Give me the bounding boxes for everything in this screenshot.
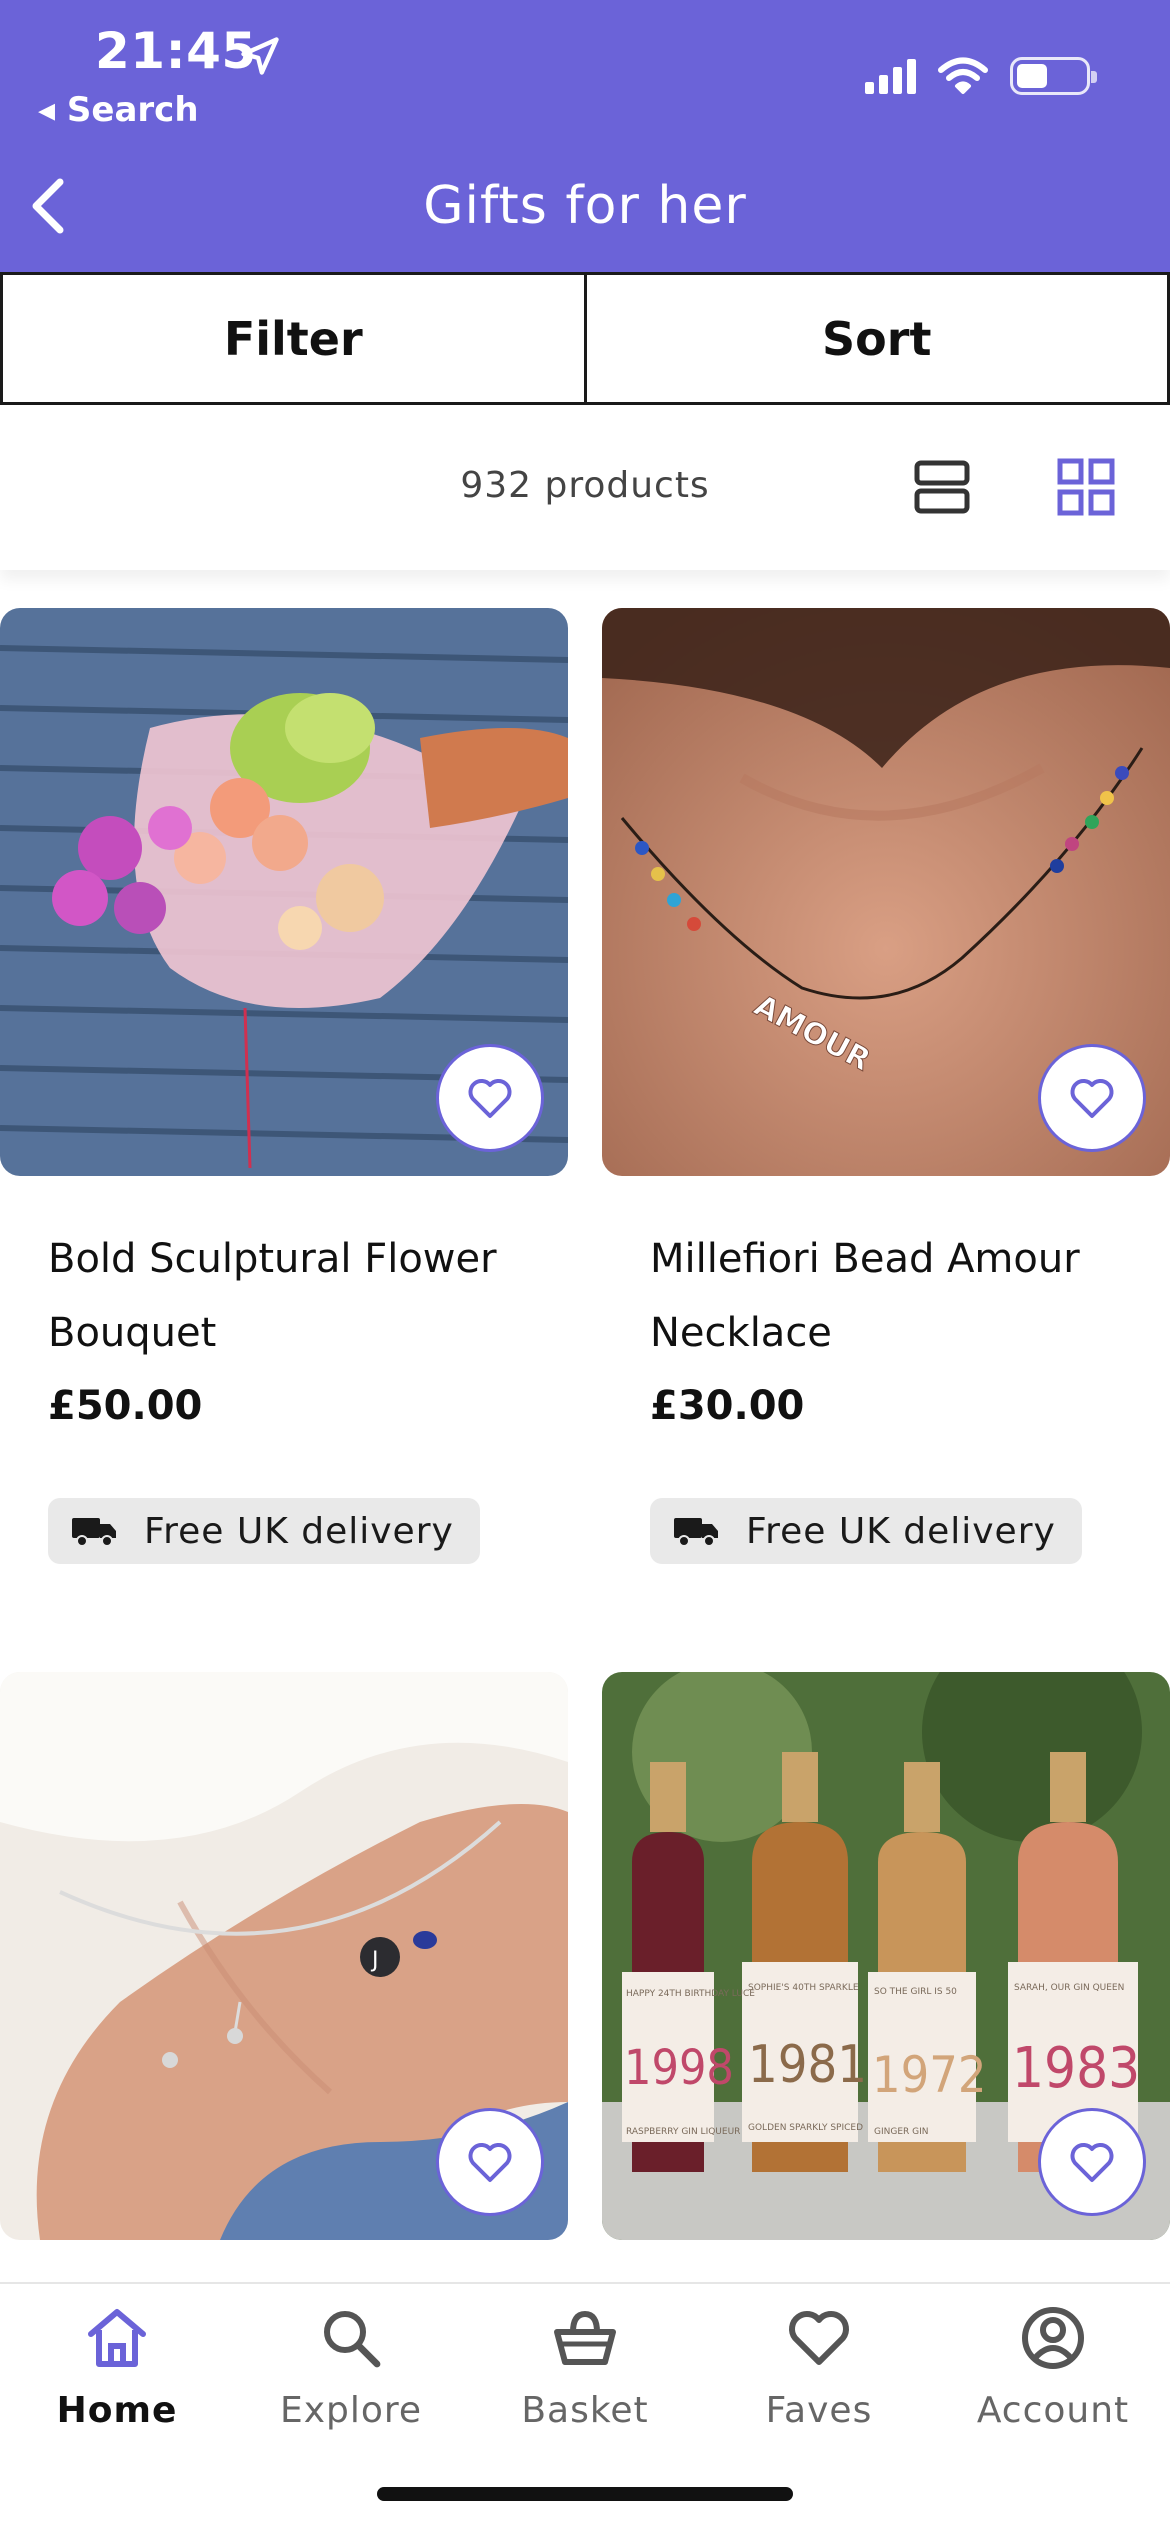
back-to-app-link[interactable]: ◂ Search xyxy=(38,90,199,130)
app-header: 21:45 ◂ Search Gifts for her xyxy=(0,0,1170,272)
tab-label: Basket xyxy=(521,2390,649,2431)
home-icon xyxy=(88,2309,146,2367)
cellular-signal-icon xyxy=(865,58,916,94)
bottle-label-top: HAPPY 24TH BIRTHDAY LUCE xyxy=(626,1989,755,1999)
delivery-label: Free UK delivery xyxy=(144,1510,454,1552)
basket-icon xyxy=(554,2310,616,2365)
heart-icon xyxy=(468,2143,512,2182)
search-icon xyxy=(324,2311,381,2368)
bottle-label-bottom: RASPBERRY GIN LIQUEUR xyxy=(626,2127,740,2137)
bottle-label-bottom: GOLDEN SPARKLY SPICED xyxy=(748,2123,863,2133)
product-image-gin-bottles[interactable]: 1998 1981 1972 1983 HAPPY 24TH BIRTHDAY … xyxy=(602,1672,1170,2240)
favourite-button[interactable] xyxy=(436,2108,544,2216)
filter-button[interactable]: Filter xyxy=(0,272,587,405)
bottle-year: 1998 xyxy=(624,2040,734,2096)
tab-home[interactable]: Home xyxy=(0,2304,234,2431)
delivery-badge: Free UK delivery xyxy=(650,1498,1082,1564)
product-count: 932 products xyxy=(460,465,710,506)
status-time: 21:45 xyxy=(95,22,257,80)
bottle-year: 1972 xyxy=(872,2046,986,2104)
delivery-truck-icon xyxy=(674,1518,718,1547)
product-price: £30.00 xyxy=(650,1383,805,1429)
tab-faves[interactable]: Faves xyxy=(702,2304,936,2431)
wifi-icon xyxy=(938,57,988,94)
back-app-label: Search xyxy=(66,90,199,130)
product-name[interactable]: Millefiori Bead Amour Necklace xyxy=(650,1222,1150,1370)
tab-label: Account xyxy=(976,2390,1130,2431)
battery-icon xyxy=(1010,57,1097,95)
bottle-label-bottom: GINGER GIN xyxy=(874,2127,929,2137)
sort-button[interactable]: Sort xyxy=(586,272,1170,405)
tab-label: Explore xyxy=(279,2390,423,2431)
heart-icon xyxy=(789,2311,849,2365)
bottle-label-top: SOPHIE'S 40TH SPARKLE xyxy=(748,1983,859,1993)
results-toolbar: 932 products xyxy=(0,405,1170,570)
heart-icon xyxy=(1070,2143,1114,2182)
favourite-button[interactable] xyxy=(1038,1044,1146,1152)
heart-icon xyxy=(468,1079,512,1118)
favourite-button[interactable] xyxy=(436,1044,544,1152)
product-image-amour-necklace[interactable]: AMOUR xyxy=(602,608,1170,1176)
delivery-label: Free UK delivery xyxy=(746,1510,1056,1552)
bracelet-initial: J xyxy=(370,1948,379,1973)
location-arrow-icon xyxy=(241,37,279,75)
product-image-flower-bouquet[interactable] xyxy=(0,608,568,1176)
favourite-button[interactable] xyxy=(1038,2108,1146,2216)
heart-icon xyxy=(1070,1079,1114,1118)
list-view-icon[interactable] xyxy=(912,457,972,517)
delivery-truck-icon xyxy=(72,1518,116,1547)
product-price: £50.00 xyxy=(48,1383,203,1429)
bottle-label-top: SARAH, OUR GIN QUEEN xyxy=(1014,1983,1124,1993)
tab-basket[interactable]: Basket xyxy=(468,2304,702,2431)
home-indicator[interactable] xyxy=(377,2487,793,2501)
back-triangle-icon: ◂ xyxy=(38,90,67,130)
product-name[interactable]: Bold Sculptural Flower Bouquet xyxy=(48,1222,548,1370)
grid-view-icon[interactable] xyxy=(1056,457,1116,517)
filter-sort-bar: Filter Sort xyxy=(0,272,1170,405)
delivery-badge: Free UK delivery xyxy=(48,1498,480,1564)
page-title: Gifts for her xyxy=(423,176,747,236)
product-image-bracelet[interactable]: J xyxy=(0,1672,568,2240)
tab-label: Faves xyxy=(765,2390,873,2431)
bottle-year: 1981 xyxy=(748,2035,867,2095)
tab-account[interactable]: Account xyxy=(936,2304,1170,2431)
tab-label: Home xyxy=(56,2390,178,2431)
status-indicators xyxy=(865,56,1097,96)
account-icon xyxy=(1022,2307,1084,2369)
tab-explore[interactable]: Explore xyxy=(234,2304,468,2431)
bottle-label-top: SO THE GIRL IS 50 xyxy=(874,1987,957,1997)
bottle-year: 1983 xyxy=(1012,2036,1140,2101)
